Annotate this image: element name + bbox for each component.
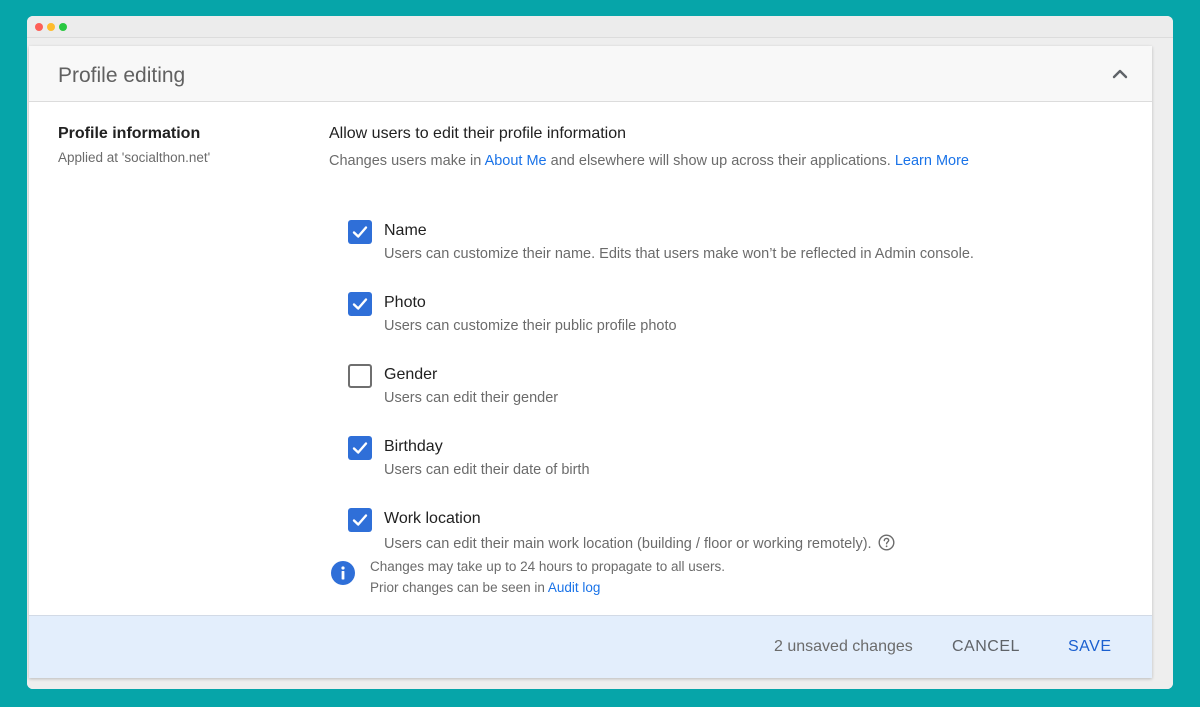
section-title: Profile information — [58, 125, 201, 142]
option-description: Users can edit their gender — [384, 390, 559, 406]
option-label: Birthday — [384, 438, 443, 455]
photo-checkbox[interactable] — [348, 292, 372, 316]
option-label: Photo — [384, 294, 426, 311]
maximize-window-button[interactable] — [59, 23, 67, 31]
help-circle-icon[interactable] — [878, 534, 895, 551]
option-description: Users can edit their date of birth — [384, 462, 590, 478]
card-title: Profile editing — [58, 64, 186, 87]
window-content: Profile editing Profile information Appl… — [27, 38, 1173, 689]
info-icon — [331, 561, 355, 585]
option-gender: Gender Users can edit their gender — [348, 360, 1068, 410]
option-label: Name — [384, 222, 427, 239]
check-icon — [352, 298, 368, 310]
window-titlebar — [27, 16, 1173, 38]
check-icon — [352, 514, 368, 526]
option-birthday: Birthday Users can edit their date of bi… — [348, 432, 1068, 482]
profile-editing-card: Profile editing Profile information Appl… — [29, 46, 1152, 678]
option-description: Users can edit their main work location … — [384, 534, 895, 552]
section-subtitle: Applied at 'socialthon.net' — [58, 150, 211, 165]
app-window: Profile editing Profile information Appl… — [27, 16, 1173, 689]
learn-more-link[interactable]: Learn More — [895, 153, 969, 169]
option-description: Users can customize their name. Edits th… — [384, 246, 974, 262]
gender-checkbox[interactable] — [348, 364, 372, 388]
info-audit-note: Prior changes can be seen in Audit log — [370, 580, 600, 595]
unsaved-changes-count: 2 unsaved changes — [774, 638, 913, 655]
name-checkbox[interactable] — [348, 220, 372, 244]
collapse-button[interactable] — [1110, 64, 1130, 84]
check-icon — [352, 226, 368, 238]
option-description: Users can customize their public profile… — [384, 318, 677, 334]
work-location-checkbox[interactable] — [348, 508, 372, 532]
check-icon — [352, 442, 368, 454]
card-header[interactable]: Profile editing — [29, 46, 1152, 102]
about-me-link[interactable]: About Me — [485, 153, 547, 169]
close-window-button[interactable] — [35, 23, 43, 31]
audit-log-link[interactable]: Audit log — [548, 580, 601, 595]
audit-note-prefix: Prior changes can be seen in — [370, 580, 548, 595]
info-propagation-note: Changes may take up to 24 hours to propa… — [370, 559, 725, 574]
option-label: Gender — [384, 366, 438, 383]
option-photo: Photo Users can customize their public p… — [348, 288, 1068, 338]
cancel-button[interactable]: CANCEL — [952, 638, 1020, 656]
card-footer: 2 unsaved changes CANCEL SAVE — [29, 615, 1152, 678]
description-prefix: Changes users make in — [329, 153, 485, 169]
option-name: Name Users can customize their name. Edi… — [348, 216, 1068, 266]
setting-heading: Allow users to edit their profile inform… — [329, 125, 627, 142]
description-middle: and elsewhere will show up across their … — [546, 153, 895, 169]
birthday-checkbox[interactable] — [348, 436, 372, 460]
chevron-up-icon — [1112, 69, 1128, 79]
option-description-text: Users can edit their main work location … — [384, 536, 872, 552]
setting-description: Changes users make in About Me and elsew… — [329, 153, 969, 169]
option-label: Work location — [384, 510, 481, 527]
minimize-window-button[interactable] — [47, 23, 55, 31]
option-work-location: Work location Users can edit their main … — [348, 504, 1068, 554]
save-button[interactable]: SAVE — [1068, 638, 1112, 656]
